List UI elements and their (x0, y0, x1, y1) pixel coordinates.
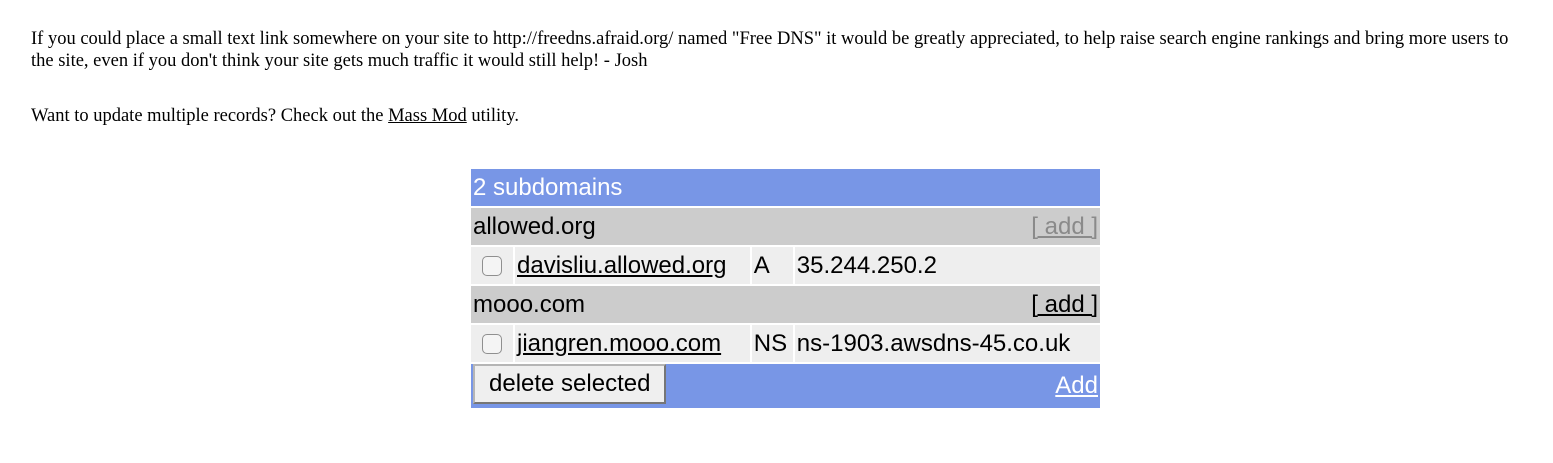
domain-row-allowed: allowed.org [ add ] (471, 208, 1100, 245)
subdomains-table: 2 subdomains allowed.org [ add ] davisli… (469, 167, 1102, 410)
domain-row-mooo: mooo.com [ add ] (471, 286, 1100, 323)
intro-text: If you could place a small text link som… (31, 29, 1509, 71)
table-footer-row: delete selected Add (471, 364, 1100, 408)
record-value: ns-1903.awsdns-45.co.uk (794, 325, 1100, 362)
record-row: davisliu.allowed.org A 35.244.250.2 (471, 247, 1100, 284)
record-checkbox[interactable] (482, 256, 502, 277)
mass-mod-link[interactable]: Mass Mod (388, 106, 467, 126)
add-record-link[interactable]: Add (1055, 364, 1098, 408)
record-checkbox[interactable] (482, 334, 502, 355)
mass-mod-prefix: Want to update multiple records? Check o… (31, 106, 384, 126)
record-type: A (751, 247, 793, 284)
delete-selected-button[interactable]: delete selected (473, 364, 667, 404)
record-host-link[interactable]: jiangren.mooo.com (517, 330, 721, 357)
mass-mod-suffix: utility. (466, 106, 519, 126)
subdomain-count: 2 subdomains (471, 169, 1100, 206)
record-type: NS (751, 325, 793, 362)
domain-name: allowed.org (473, 212, 596, 240)
domain-name: mooo.com (473, 290, 586, 318)
record-row: jiangren.mooo.com NS ns-1903.awsdns-45.c… (471, 325, 1100, 362)
record-value: 35.244.250.2 (794, 247, 1100, 284)
add-subdomain-link-mooo[interactable]: [ add ] (1031, 291, 1098, 319)
add-subdomain-link-allowed[interactable]: [ add ] (1031, 213, 1098, 241)
table-header-row: 2 subdomains (471, 169, 1100, 206)
mass-mod-text: Want to update multiple records? Check o… (31, 105, 519, 127)
record-host-link[interactable]: davisliu.allowed.org (517, 252, 726, 279)
